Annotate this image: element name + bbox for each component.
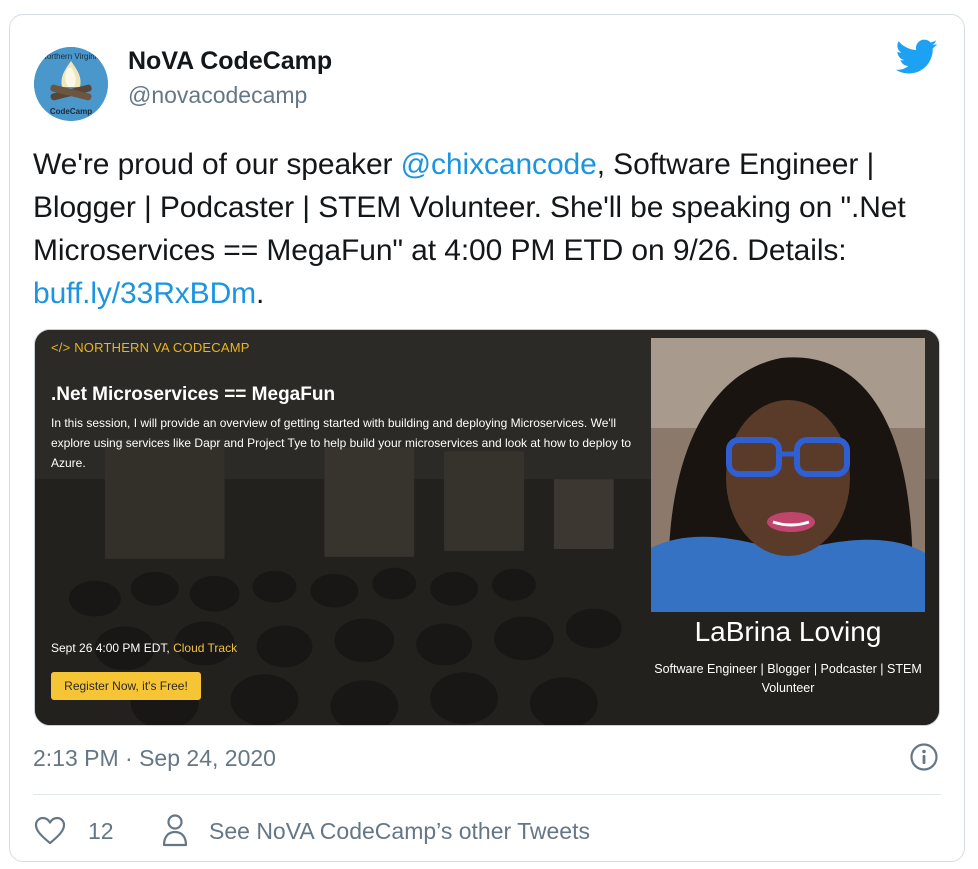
media-image[interactable]: </> NORTHERN VA CODECAMP .Net Microservi… — [34, 329, 940, 726]
speaker-photo — [651, 338, 925, 612]
heart-icon[interactable] — [34, 816, 66, 846]
tweet-timestamp[interactable]: 2:13 PM · Sep 24, 2020 — [33, 745, 276, 772]
details-link[interactable]: buff.ly/33RxBDm — [33, 277, 256, 310]
tweet-text-part: . — [256, 277, 265, 310]
avatar[interactable]: Northern Virginia CodeCamp — [34, 47, 108, 121]
display-name[interactable]: NoVA CodeCamp — [128, 47, 332, 76]
other-tweets-link[interactable]: See NoVA CodeCamp’s other Tweets — [209, 818, 590, 845]
like-count[interactable]: 12 — [88, 818, 114, 845]
mention-link[interactable]: @chixcancode — [401, 148, 597, 181]
session-description: In this session, I will provide an overv… — [51, 416, 632, 470]
tweet-text: We're proud of our speaker @chixcancode,… — [33, 143, 948, 315]
speaker-name: LaBrina Loving — [694, 616, 882, 647]
avatar-logo: Northern Virginia CodeCamp — [34, 47, 108, 121]
speaker-portrait — [651, 338, 925, 612]
info-icon[interactable] — [910, 743, 938, 771]
person-icon[interactable] — [162, 813, 188, 847]
speaker-role: Software Engineer | Blogger | Podcaster … — [654, 662, 922, 695]
tweet-text-part: We're proud of our speaker — [33, 148, 401, 181]
codecamp-eyebrow: </> NORTHERN VA CODECAMP — [51, 340, 250, 355]
session-time-text: Sept 26 4:00 PM EDT, — [51, 641, 174, 655]
svg-text:Northern Virginia: Northern Virginia — [41, 52, 101, 61]
session-title: .Net Microservices == MegaFun — [51, 384, 336, 405]
tweet-card: Northern Virginia CodeCamp NoVA CodeCamp… — [9, 14, 965, 862]
account-handle[interactable]: @novacodecamp — [128, 82, 307, 109]
twitter-bird-icon[interactable] — [896, 39, 938, 75]
divider — [33, 794, 941, 795]
register-button: Register Now, it's Free! — [51, 672, 201, 700]
session-time: Sept 26 4:00 PM EDT, Cloud Track — [51, 641, 237, 655]
svg-text:CodeCamp: CodeCamp — [50, 107, 92, 116]
session-track: Cloud Track — [173, 641, 238, 655]
